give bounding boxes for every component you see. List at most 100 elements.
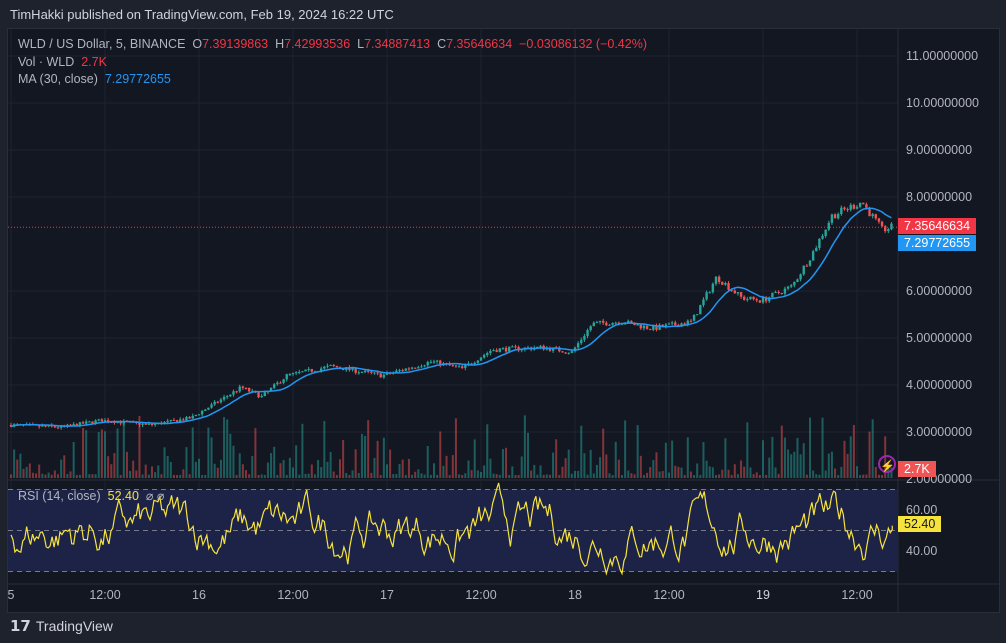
volume-bar (213, 463, 216, 478)
volume-bar (492, 473, 495, 478)
volume-bar (257, 474, 260, 478)
candle-body (326, 365, 329, 367)
volume-bar (125, 451, 128, 478)
candle-body (417, 367, 420, 369)
candle-body (852, 204, 856, 209)
volume-bar (805, 474, 808, 478)
volume-bar (307, 473, 310, 478)
volume-bar (232, 445, 235, 478)
candle-body (257, 392, 260, 398)
candle-body (818, 238, 821, 249)
volume-bar (357, 473, 360, 478)
volume-bar (746, 422, 749, 478)
candle-body (335, 365, 339, 368)
volume-bar (464, 473, 467, 478)
volume-bar (658, 471, 661, 478)
volume-bar (649, 467, 652, 478)
candle-body (492, 350, 495, 352)
time-tick-label: 12:00 (841, 588, 872, 602)
candle-body (805, 265, 809, 267)
volume-bar (414, 471, 417, 478)
candle-body (147, 423, 151, 425)
volume-bar (28, 463, 31, 478)
candle-body (780, 292, 783, 294)
high-value: 7.42993536 (284, 37, 351, 51)
candle-body (711, 283, 715, 293)
tv-logo-icon: 𝟭𝟳 (10, 618, 31, 635)
chart-frame[interactable]: 11.00000000 10.00000000 9.00000000 8.000000… (7, 28, 1000, 613)
candle-body (169, 419, 172, 421)
volume-bar (881, 474, 884, 478)
candle-body (495, 350, 498, 352)
volume-bar (31, 472, 34, 478)
candle-body (451, 365, 454, 367)
candle-body (645, 325, 649, 329)
candle-body (216, 401, 219, 403)
volume-bar (229, 433, 232, 478)
candle-body (414, 367, 417, 369)
volume-bar (78, 474, 81, 478)
ma-value: 7.29772655 (104, 72, 171, 86)
volume-bar (19, 453, 22, 478)
candle-body (423, 365, 426, 367)
volume-bar (342, 439, 345, 478)
time-tick-label: 16 (192, 588, 206, 602)
volume-bar (702, 442, 705, 478)
candle-body (689, 320, 693, 322)
candle-body (749, 296, 752, 300)
volume-bar (332, 471, 335, 478)
candle-body (708, 292, 711, 294)
candle-body (636, 324, 639, 326)
volume-bar (530, 470, 533, 478)
candle-body (702, 299, 705, 306)
volume-bar (715, 474, 717, 478)
candle-body (824, 229, 827, 236)
volume-bar (451, 455, 454, 478)
volume-bar (574, 470, 576, 478)
volume-bar (160, 474, 163, 478)
volume-bar (135, 470, 138, 478)
candle-body (592, 322, 595, 327)
volume-bar (768, 457, 771, 478)
volume-bar (740, 460, 743, 478)
volume-legend: Vol · WLD 2.7K (18, 55, 107, 69)
candle-body (407, 368, 411, 370)
volume-bar (589, 449, 592, 478)
volume-bar (837, 474, 840, 478)
volume-bar (44, 474, 47, 478)
candle-body (175, 420, 179, 422)
candle-body (808, 260, 812, 266)
volume-bar (282, 460, 285, 478)
candle-body (235, 391, 238, 393)
volume-bar (25, 466, 28, 478)
volume-bar (345, 473, 348, 478)
volume-bar (210, 437, 213, 478)
rsi-settings-icons[interactable]: ⌀ ⌀ (146, 489, 165, 503)
lightning-icon[interactable]: ⚡ (878, 455, 896, 473)
volume-bar (60, 459, 63, 478)
volume-bar (592, 473, 595, 478)
volume-bar (630, 473, 633, 478)
candle-body (705, 292, 708, 300)
volume-bar (664, 442, 667, 478)
volume-bar (461, 474, 464, 478)
candle-body (435, 360, 439, 362)
volume-bar (335, 474, 338, 478)
chart-canvas[interactable]: 11.00000000 10.00000000 9.00000000 8.000000… (8, 29, 999, 612)
candle-body (197, 414, 201, 416)
candle-body (717, 276, 721, 282)
candle-body (758, 300, 762, 303)
volume-bar (790, 454, 793, 478)
volume-bar (339, 459, 341, 478)
volume-bar (10, 474, 12, 478)
ma-price-tag: 7.29772655 (898, 235, 977, 251)
candle-body (210, 404, 213, 408)
volume-bar (636, 425, 639, 478)
tradingview-logo[interactable]: 𝟭𝟳 TradingView (10, 617, 113, 635)
candle-body (880, 221, 884, 227)
candle-body (188, 417, 191, 419)
candle-body (871, 214, 874, 217)
volume-bar (16, 459, 19, 478)
volume-bar (273, 446, 276, 478)
candle-body (858, 202, 862, 207)
